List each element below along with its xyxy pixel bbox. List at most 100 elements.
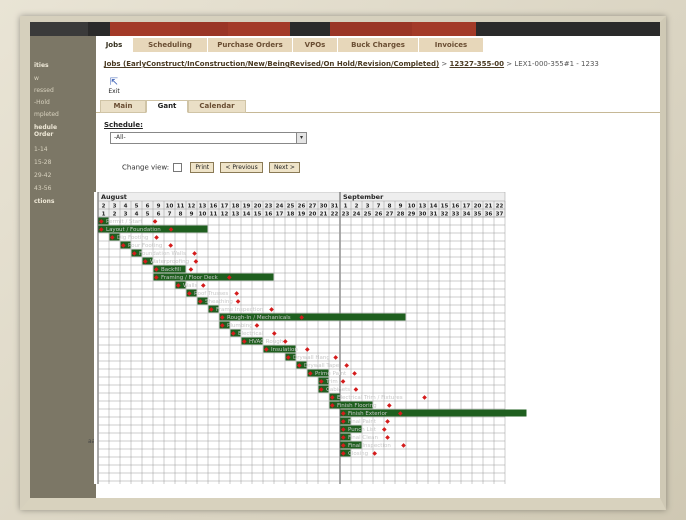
sidebar-item-new[interactable]: w	[34, 75, 39, 82]
tab-vpos[interactable]: VPOs	[293, 38, 338, 52]
day-number-label: 10	[199, 212, 207, 218]
subtab-calendar[interactable]: Calendar	[188, 100, 246, 113]
task-label[interactable]: Final Inspection	[348, 443, 391, 449]
task-label[interactable]: Insulation	[271, 347, 298, 353]
sidebar-item-activities[interactable]: ities	[34, 62, 49, 69]
change-view-checkbox[interactable]	[173, 163, 183, 172]
task-start-marker: ◆	[242, 338, 247, 345]
task-label[interactable]: Plumbing	[227, 323, 253, 329]
task-start-marker: ◆	[209, 306, 214, 313]
task-label[interactable]: Final Paint	[348, 419, 377, 425]
task-label[interactable]: Dig Footing	[117, 235, 148, 241]
task-label[interactable]: Electrical	[238, 331, 264, 337]
task-label[interactable]: Pour Footing	[128, 243, 162, 249]
day-number-label: 7	[168, 212, 172, 218]
task-label[interactable]: Backfill	[161, 267, 181, 273]
day-number-label: 34	[463, 212, 471, 218]
task-label[interactable]: Trim	[325, 379, 338, 385]
task-label[interactable]: Roof Trusses	[194, 291, 228, 297]
subtab-main[interactable]: Main	[100, 100, 146, 113]
task-start-marker: ◆	[154, 274, 159, 281]
exit-button[interactable]: ⇱ Exit	[104, 78, 124, 96]
breadcrumb-current: LEX1-000-355#1 - 1233	[514, 60, 599, 68]
task-start-marker: ◆	[121, 242, 126, 249]
task-end-marker: ◆	[352, 370, 357, 377]
task-label[interactable]: Frame Inspection	[216, 307, 264, 313]
top-tab-3[interactable]	[180, 22, 228, 36]
subtab-gant[interactable]: Gant	[146, 100, 188, 113]
task-label[interactable]: Electrical Trim / Fixtures	[337, 395, 403, 401]
task-label[interactable]: Cabinets	[326, 387, 350, 393]
task-label[interactable]: Rough-In / Mechanicals	[227, 315, 291, 321]
task-label[interactable]: Layout / Foundation	[106, 227, 161, 233]
day-number-label: 35	[474, 212, 482, 218]
day-number-label: 4	[135, 212, 139, 218]
tab-buck-charges[interactable]: Buck Charges	[338, 38, 419, 52]
day-number-label: 14	[243, 212, 251, 218]
date-tick-label: 18	[232, 204, 240, 210]
top-menu-bar	[30, 22, 660, 36]
tab-scheduling[interactable]: Scheduling	[133, 38, 208, 52]
sidebar-item-on-hold[interactable]: -Hold	[34, 99, 50, 106]
schedule-select[interactable]: -All- ▾	[110, 132, 307, 144]
task-label[interactable]: Final Clean	[348, 435, 379, 441]
task-label[interactable]: Drywall Tape	[304, 363, 340, 369]
task-start-marker: ◆	[341, 410, 346, 417]
task-end-marker: ◆	[385, 434, 390, 441]
date-tick-label: 6	[146, 204, 150, 210]
day-number-label: 27	[386, 212, 394, 218]
screen: ities w ressed -Hold mpleted hedule Orde…	[20, 16, 666, 510]
task-label[interactable]: Walls	[183, 283, 198, 289]
task-start-marker: ◆	[187, 290, 192, 297]
print-button[interactable]: Print	[190, 162, 215, 173]
task-label[interactable]: Waterproofing	[150, 259, 189, 265]
sidebar-item-range-2[interactable]: 15-28	[34, 159, 51, 166]
task-label[interactable]: Sheathing	[205, 299, 233, 305]
sidebar-item-schedule-order[interactable]: hedule Order	[34, 124, 74, 138]
date-tick-label: 20	[254, 204, 262, 210]
date-tick-label: 22	[496, 204, 504, 210]
date-tick-label: 26	[298, 204, 306, 210]
sidebar-item-range-1[interactable]: 1-14	[34, 146, 48, 153]
day-number-label: 29	[408, 212, 416, 218]
task-end-marker: ◆	[401, 442, 406, 449]
top-tab-2[interactable]	[110, 22, 180, 36]
task-start-marker: ◆	[264, 346, 269, 353]
day-number-label: 16	[265, 212, 273, 218]
tab-purchase-orders[interactable]: Purchase Orders	[208, 38, 293, 52]
task-label[interactable]: Closing	[348, 451, 368, 457]
task-end-marker: ◆	[385, 418, 390, 425]
task-start-marker: ◆	[341, 450, 346, 457]
task-start-marker: ◆	[297, 362, 302, 369]
sidebar-item-actions[interactable]: ctions	[34, 198, 54, 205]
day-number-label: 23	[342, 212, 350, 218]
date-tick-label: 30	[320, 204, 328, 210]
breadcrumb-jobs-link[interactable]: Jobs (EarlyConstruct/InConstruction/New/…	[104, 60, 439, 68]
sidebar-item-range-4[interactable]: 43-56	[34, 185, 51, 192]
sidebar-item-in-progress[interactable]: ressed	[34, 87, 54, 94]
task-label[interactable]: Finish Exterior	[348, 411, 388, 417]
task-end-marker: ◆	[227, 274, 232, 281]
task-start-marker: ◆	[99, 218, 104, 225]
top-tab-5[interactable]	[330, 22, 412, 36]
task-label[interactable]: Drywall Hang	[293, 355, 330, 361]
tab-jobs[interactable]: Jobs	[96, 38, 133, 52]
task-end-marker: ◆	[269, 306, 274, 313]
next-button[interactable]: Next >	[268, 162, 300, 173]
sidebar-item-range-3[interactable]: 29-42	[34, 172, 51, 179]
task-label[interactable]: Finish Flooring	[337, 403, 377, 409]
task-label[interactable]: HVAC Rough	[249, 339, 284, 345]
task-label[interactable]: Foundation Walls	[139, 251, 186, 257]
task-label[interactable]: Punch List	[348, 427, 377, 433]
top-tab-6[interactable]	[412, 22, 476, 36]
previous-button[interactable]: < Previous	[220, 162, 263, 173]
task-label[interactable]: Permit / Start	[106, 219, 143, 225]
sidebar-item-completed[interactable]: mpleted	[34, 111, 59, 118]
breadcrumb-job-link[interactable]: 12327-355-00	[450, 60, 505, 68]
date-tick-label: 12	[188, 204, 196, 210]
task-label[interactable]: Prime Paint	[315, 371, 347, 377]
task-label[interactable]: Framing / Floor Deck	[161, 275, 219, 281]
tab-invoices[interactable]: Invoices	[419, 38, 484, 52]
top-tab-1[interactable]	[30, 22, 88, 36]
top-tab-4[interactable]	[228, 22, 290, 36]
